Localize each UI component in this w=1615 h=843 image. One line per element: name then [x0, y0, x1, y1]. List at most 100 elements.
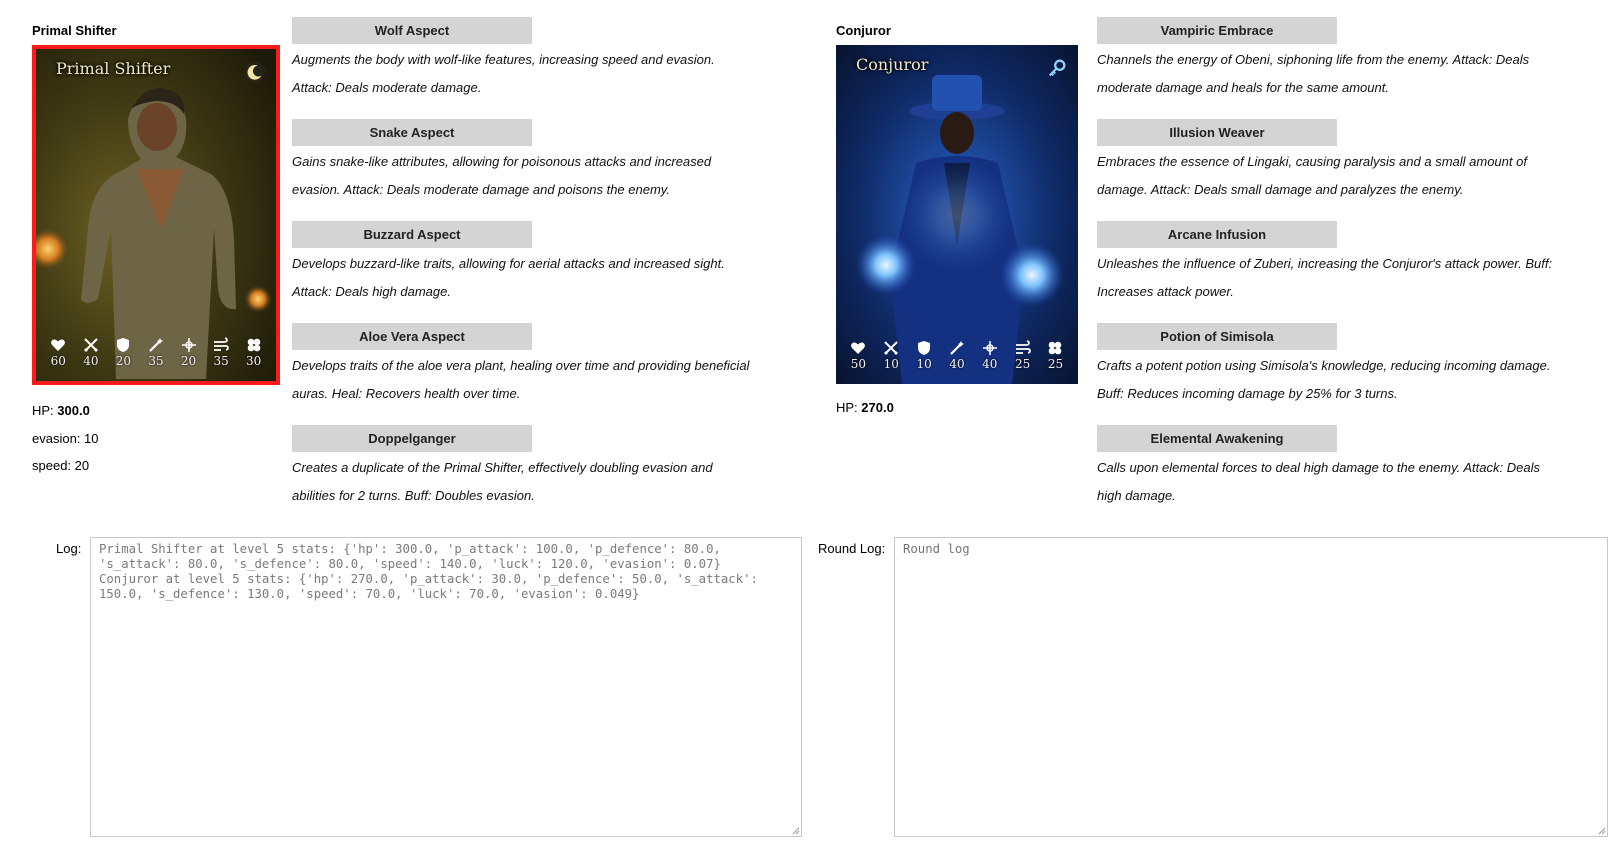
ability-description: Augments the body with wolf-like feature…: [292, 52, 715, 95]
ability-button-illusion-weaver[interactable]: Illusion Weaver: [1097, 119, 1337, 146]
stat-luck: 30: [239, 337, 269, 375]
ability-list: Vampiric Embrace Channels the energy of …: [1097, 17, 1557, 527]
stat-hp: 60: [43, 337, 73, 375]
ability-button-wolf-aspect[interactable]: Wolf Aspect: [292, 17, 532, 44]
player-name: Primal Shifter: [32, 23, 117, 38]
evasion-readout: evasion: 10: [32, 431, 99, 446]
stat-value: 40: [83, 354, 99, 368]
moon-icon: [244, 61, 266, 83]
stat-hp: 50: [843, 340, 873, 378]
stat-value: 30: [246, 354, 262, 368]
heart-icon: [51, 339, 66, 351]
shield-icon: [117, 338, 130, 352]
stat-special-attack: 40: [942, 340, 972, 378]
ability-description: Embraces the essence of Lingaki, causing…: [1097, 154, 1527, 197]
ability-item: Doppelganger Creates a duplicate of the …: [292, 425, 752, 527]
resize-handle-icon[interactable]: [792, 827, 800, 835]
ability-button-aloe-vera-aspect[interactable]: Aloe Vera Aspect: [292, 323, 532, 350]
stat-speed: 25: [1008, 340, 1038, 378]
ability-item: Arcane Infusion Unleashes the influence …: [1097, 221, 1557, 323]
wind-icon: [1015, 340, 1031, 354]
ability-button-vampiric-embrace[interactable]: Vampiric Embrace: [1097, 17, 1337, 44]
stat-row: 50 10 10 40 40 25 25: [842, 340, 1072, 378]
hp-label: HP:: [836, 400, 858, 415]
stat-value: 35: [213, 354, 229, 368]
character-card[interactable]: Primal Shifter 60 40 20 35 20 35 30: [32, 45, 280, 385]
stat-value: 35: [148, 354, 164, 368]
log-label: Log:: [56, 541, 82, 556]
wind-icon: [214, 337, 229, 351]
character-card[interactable]: Conjuror 50 10 10 40 40 25 25: [836, 45, 1078, 384]
ability-item: Elemental Awakening Calls upon elemental…: [1097, 425, 1557, 527]
resize-handle-icon[interactable]: [1598, 827, 1606, 835]
ability-button-buzzard-aspect[interactable]: Buzzard Aspect: [292, 221, 532, 248]
player-name: Conjuror: [836, 23, 891, 38]
ability-description: Channels the energy of Obeni, siphoning …: [1097, 52, 1530, 95]
stat-defence: 10: [909, 340, 939, 378]
character-art: [36, 49, 276, 381]
ability-description: Crafts a potent potion using Simisola's …: [1097, 358, 1551, 401]
hp-readout: HP: 300.0: [32, 403, 90, 418]
ability-item: Aloe Vera Aspect Develops traits of the …: [292, 323, 752, 425]
speed-readout: speed: 20: [32, 458, 90, 473]
ability-item: Snake Aspect Gains snake-like attributes…: [292, 119, 752, 221]
stat-value: 20: [180, 354, 197, 368]
stat-value: 40: [982, 357, 998, 371]
swords-icon: [884, 341, 899, 355]
ability-button-potion-of-simisola[interactable]: Potion of Simisola: [1097, 323, 1337, 350]
ability-description: Gains snake-like attributes, allowing fo…: [292, 154, 712, 197]
clover-icon: [247, 338, 260, 352]
stat-special-defence: 40: [975, 340, 1005, 378]
ability-item: Wolf Aspect Augments the body with wolf-…: [292, 17, 752, 119]
heart-icon: [851, 342, 866, 354]
ability-button-elemental-awakening[interactable]: Elemental Awakening: [1097, 425, 1337, 452]
stat-value: 20: [115, 354, 132, 368]
ability-description: Calls upon elemental forces to deal high…: [1097, 460, 1540, 503]
stat-value: 50: [850, 357, 867, 371]
stat-attack: 40: [76, 337, 106, 375]
stat-value: 10: [916, 357, 932, 371]
hp-label: HP:: [32, 403, 54, 418]
magic-shield-icon: [181, 338, 196, 352]
ability-button-snake-aspect[interactable]: Snake Aspect: [292, 119, 532, 146]
round-log-label: Round Log:: [818, 541, 886, 556]
magic-shield-icon: [982, 341, 997, 355]
card-title: Primal Shifter: [56, 59, 171, 78]
hp-readout: HP: 270.0: [836, 400, 894, 415]
stat-row: 60 40 20 35 20 35 30: [42, 337, 270, 375]
wand-icon: [149, 338, 163, 352]
ability-button-arcane-infusion[interactable]: Arcane Infusion: [1097, 221, 1337, 248]
ability-item: Potion of Simisola Crafts a potent potio…: [1097, 323, 1557, 425]
hp-value: 270.0: [861, 400, 894, 415]
key-icon: [1048, 59, 1066, 77]
ability-description: Creates a duplicate of the Primal Shifte…: [292, 460, 713, 503]
clover-icon: [1049, 341, 1062, 355]
stat-special-defence: 20: [174, 337, 204, 375]
stat-value: 60: [50, 354, 66, 368]
stat-value: 25: [1015, 357, 1031, 371]
stat-value: 10: [883, 357, 899, 371]
shield-icon: [918, 341, 931, 355]
ability-description: Unleashes the influence of Zuberi, incre…: [1097, 256, 1553, 299]
stat-luck: 25: [1040, 340, 1070, 378]
character-art: [836, 45, 1078, 384]
stat-attack: 10: [876, 340, 906, 378]
stat-defence: 20: [108, 337, 138, 375]
stat-value: 25: [1047, 357, 1064, 371]
stat-speed: 35: [206, 337, 236, 375]
swords-icon: [83, 338, 98, 352]
ability-item: Buzzard Aspect Develops buzzard-like tra…: [292, 221, 752, 323]
ability-description: Develops traits of the aloe vera plant, …: [292, 358, 750, 401]
ability-item: Illusion Weaver Embraces the essence of …: [1097, 119, 1557, 221]
round-log-textarea[interactable]: [894, 537, 1608, 837]
card-title: Conjuror: [856, 55, 929, 74]
wand-icon: [950, 341, 964, 355]
ability-list: Wolf Aspect Augments the body with wolf-…: [292, 17, 752, 527]
hp-value: 300.0: [57, 403, 90, 418]
stat-special-attack: 35: [141, 337, 171, 375]
ability-button-doppelganger[interactable]: Doppelganger: [292, 425, 532, 452]
stat-value: 40: [949, 357, 965, 371]
ability-item: Vampiric Embrace Channels the energy of …: [1097, 17, 1557, 119]
log-textarea[interactable]: Primal Shifter at level 5 stats: {'hp': …: [90, 537, 802, 837]
ability-description: Develops buzzard-like traits, allowing f…: [292, 256, 725, 299]
